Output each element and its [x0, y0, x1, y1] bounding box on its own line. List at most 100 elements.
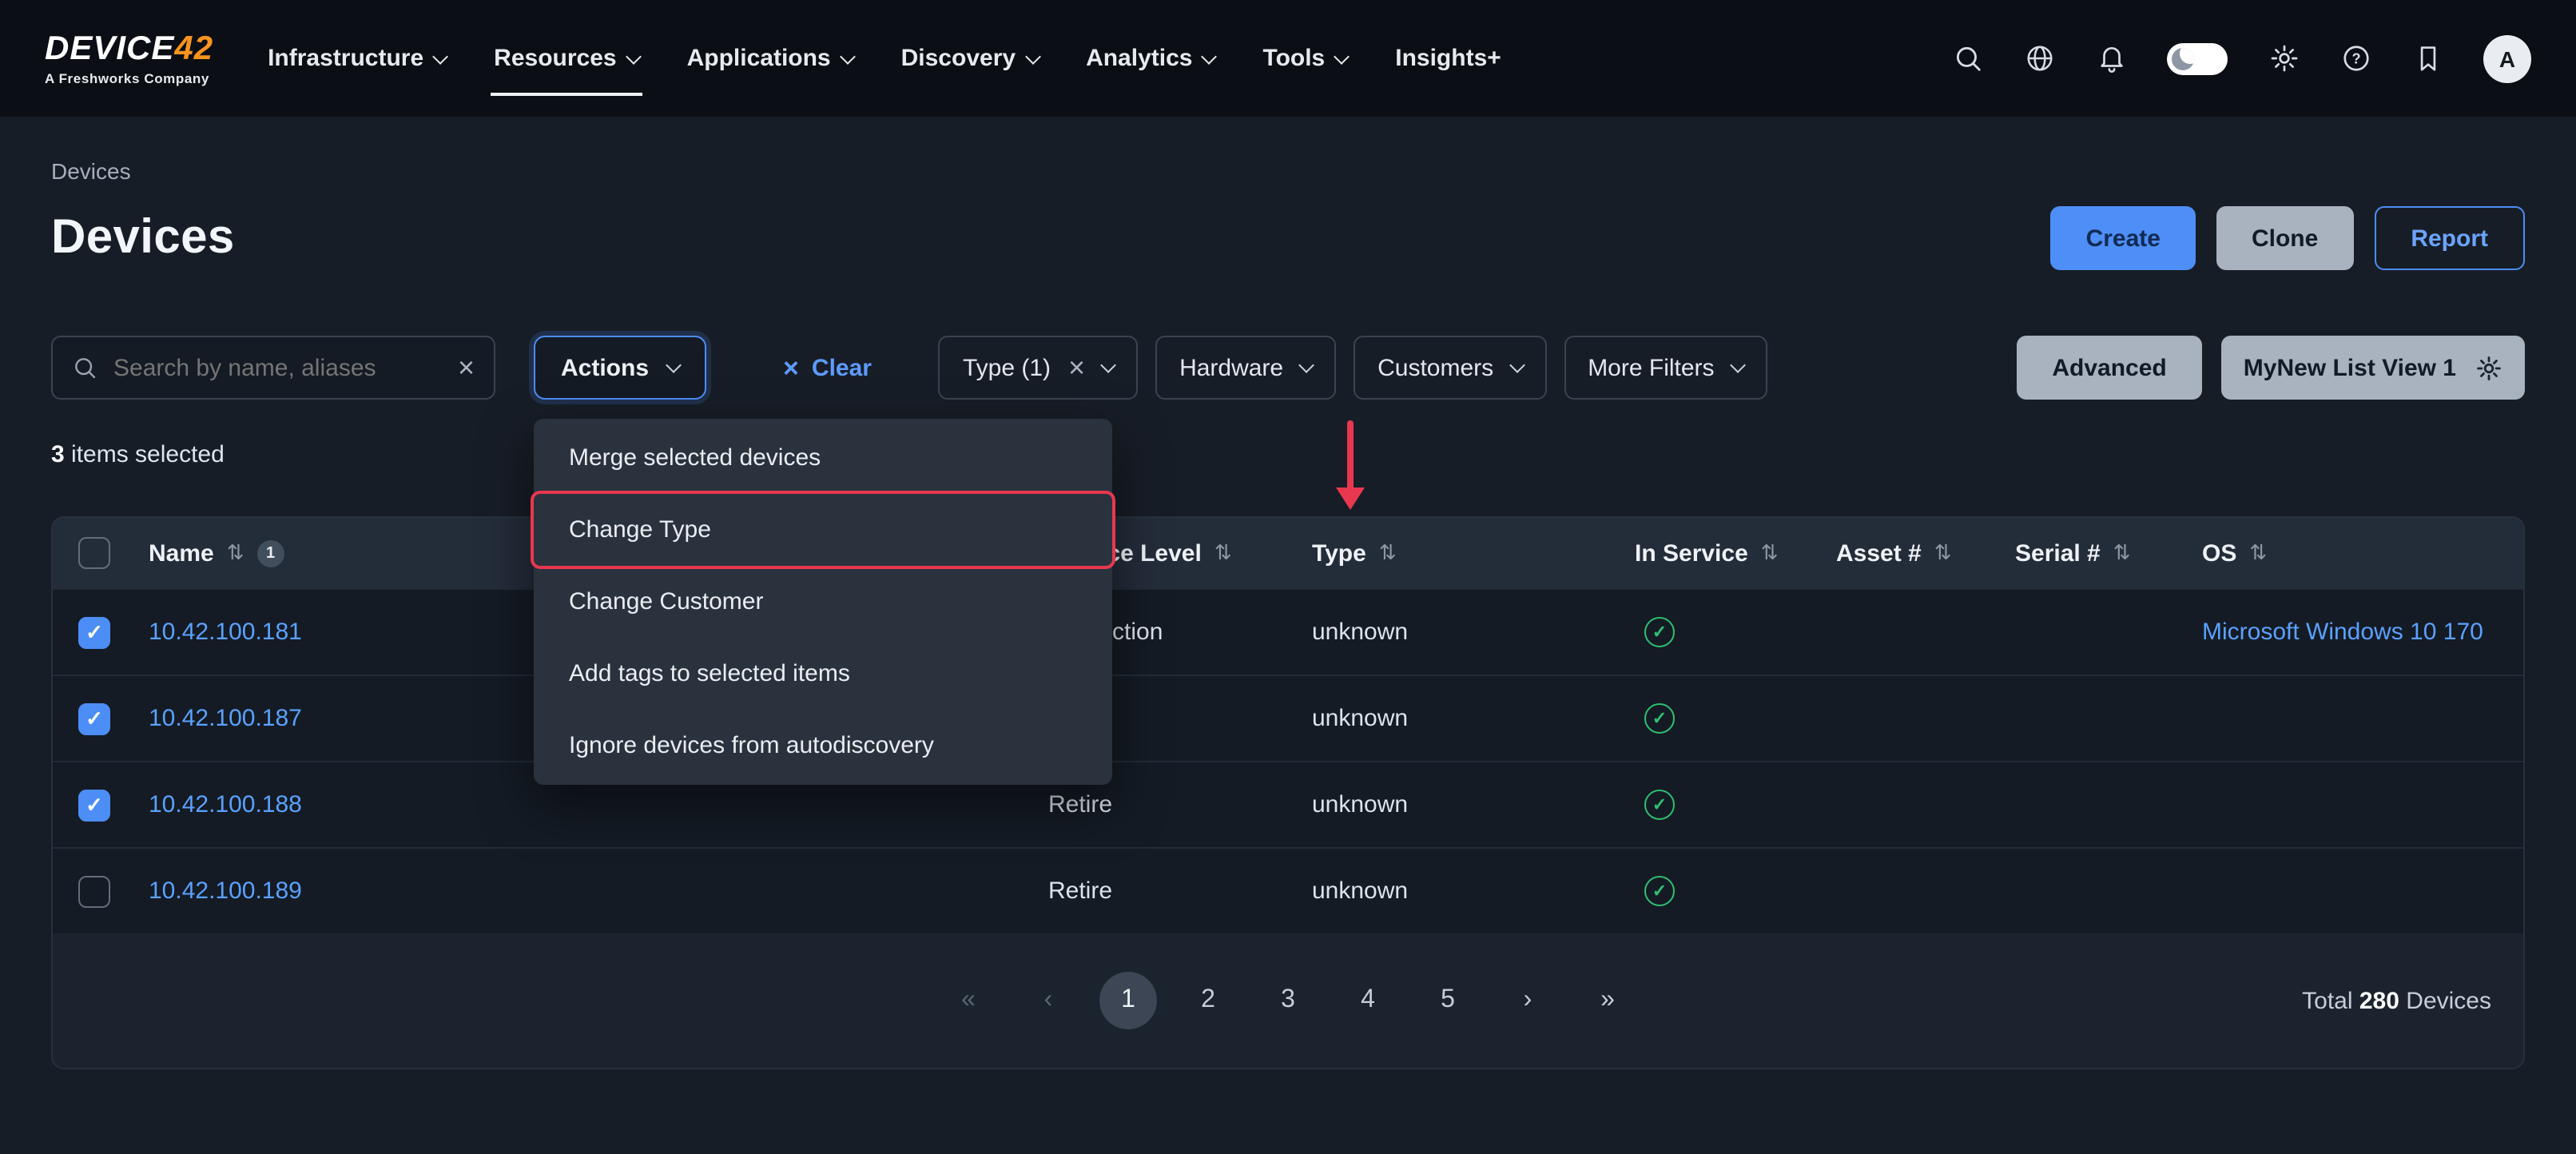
filter-chip-customers[interactable]: Customers [1354, 336, 1546, 400]
clone-button[interactable]: Clone [2216, 206, 2353, 270]
annotation-arrow-head [1336, 487, 1365, 510]
help-icon[interactable]: ? [2339, 42, 2371, 74]
table-header-row: Name⇅1 Service Level⇅ Type⇅ In Service⇅ … [53, 518, 2523, 588]
nav-applications[interactable]: Applications [687, 0, 853, 117]
pagination-page-button[interactable]: 3 [1259, 972, 1317, 1029]
topbar-actions: ? A [1951, 34, 2531, 82]
sort-order-badge: 1 [257, 539, 284, 567]
chevron-down-icon [666, 357, 682, 373]
pagination-page-button[interactable]: 2 [1179, 972, 1237, 1029]
select-all-checkbox[interactable] [78, 537, 110, 569]
sort-icon[interactable]: ⇅ [2249, 540, 2267, 566]
nav-infrastructure[interactable]: Infrastructure [268, 0, 446, 117]
column-header-in-service[interactable]: In Service⇅ [1635, 539, 1836, 567]
pagination-page-button[interactable]: 4 [1339, 972, 1397, 1029]
remove-filter-icon[interactable]: × [1068, 353, 1085, 382]
breadcrumb[interactable]: Devices [51, 158, 2525, 184]
sort-icon[interactable]: ⇅ [227, 540, 244, 566]
in-service-check-icon: ✓ [1644, 617, 1675, 647]
chevron-down-icon [1509, 357, 1525, 373]
in-service-check-icon: ✓ [1644, 790, 1675, 820]
search-icon [72, 355, 97, 380]
device-name-link[interactable]: 10.42.100.181 [149, 619, 302, 646]
menu-item-merge-selected-devices[interactable]: Merge selected devices [534, 422, 1112, 494]
chevron-down-icon [1298, 357, 1314, 373]
nav-discovery[interactable]: Discovery [901, 0, 1038, 117]
sort-icon[interactable]: ⇅ [2113, 540, 2131, 566]
service-level-cell: Retire [1048, 791, 1312, 818]
clear-search-icon[interactable]: × [458, 353, 475, 382]
list-view-button[interactable]: MyNew List View 1 [2221, 336, 2525, 400]
menu-item-change-customer[interactable]: Change Customer [534, 566, 1112, 638]
nav-label: Tools [1262, 45, 1325, 72]
actions-dropdown[interactable]: Actions [534, 336, 706, 400]
sort-icon[interactable]: ⇅ [1934, 540, 1952, 566]
device-name-link[interactable]: 10.42.100.187 [149, 705, 302, 732]
service-level-cell: Retire [1048, 877, 1312, 905]
device-name-link[interactable]: 10.42.100.188 [149, 791, 302, 818]
chevron-down-icon [1730, 357, 1746, 373]
nav-resources[interactable]: Resources [494, 0, 638, 117]
menu-item-ignore-devices[interactable]: Ignore devices from autodiscovery [534, 710, 1112, 782]
pagination-prev-button[interactable]: ‹ [1020, 972, 1077, 1029]
bell-icon[interactable] [2095, 42, 2127, 74]
device42-logo[interactable]: DEVICE42 A Freshworks Company [45, 32, 213, 86]
column-header-os[interactable]: OS⇅ [2202, 539, 2498, 567]
filter-bar: × Actions × Clear Type (1) × Hardware [51, 336, 2525, 400]
search-input[interactable] [113, 354, 442, 381]
type-cell: unknown [1312, 705, 1635, 732]
report-button[interactable]: Report [2374, 206, 2525, 270]
create-button[interactable]: Create [2051, 206, 2196, 270]
sort-icon[interactable]: ⇅ [1379, 540, 1397, 566]
table-row: ✓ 10.42.100.187 Retire unknown ✓ [53, 674, 2523, 761]
svg-text:?: ? [2351, 51, 2359, 67]
advanced-button[interactable]: Advanced [2017, 336, 2201, 400]
gear-icon[interactable] [2268, 42, 2300, 74]
column-header-serial[interactable]: Serial #⇅ [2015, 539, 2202, 567]
os-link[interactable]: Microsoft Windows 10 170 [2202, 619, 2483, 646]
sort-icon[interactable]: ⇅ [1761, 540, 1779, 566]
sort-icon[interactable]: ⇅ [1214, 540, 1232, 566]
pagination-last-button[interactable]: » [1579, 972, 1636, 1029]
column-header-asset[interactable]: Asset #⇅ [1836, 539, 2015, 567]
main-nav: Infrastructure Resources Applications Di… [268, 0, 1501, 117]
filter-chip-more-filters[interactable]: More Filters [1564, 336, 1767, 400]
chip-label: Customers [1377, 354, 1493, 381]
nav-insights[interactable]: Insights+ [1395, 0, 1501, 117]
pagination: « ‹ 1 2 3 4 5 › » Total 280 Devices [53, 933, 2523, 1068]
user-avatar[interactable]: A [2483, 34, 2531, 82]
row-checkbox[interactable]: ✓ [78, 616, 110, 648]
gear-icon [2475, 354, 2502, 381]
total-count: Total 280 Devices [2302, 987, 2491, 1014]
row-checkbox[interactable] [78, 875, 110, 907]
menu-item-add-tags[interactable]: Add tags to selected items [534, 638, 1112, 710]
chevron-down-icon [840, 48, 856, 64]
chevron-down-icon [1024, 48, 1040, 64]
nav-analytics[interactable]: Analytics [1086, 0, 1214, 117]
globe-icon[interactable] [2023, 42, 2055, 74]
table-row: 10.42.100.189 Retire unknown ✓ [53, 847, 2523, 933]
nav-label: Infrastructure [268, 45, 423, 72]
pagination-first-button[interactable]: « [940, 972, 997, 1029]
table-row: ✓ 10.42.100.188 Retire unknown ✓ [53, 761, 2523, 847]
filter-chip-hardware[interactable]: Hardware [1155, 336, 1336, 400]
search-box: × [51, 336, 495, 400]
row-checkbox[interactable]: ✓ [78, 789, 110, 821]
chevron-down-icon [626, 48, 642, 64]
pagination-page-button[interactable]: 1 [1099, 972, 1157, 1029]
pagination-page-button[interactable]: 5 [1419, 972, 1477, 1029]
nav-tools[interactable]: Tools [1262, 0, 1347, 117]
device-name-link[interactable]: 10.42.100.189 [149, 877, 302, 905]
filter-chip-type[interactable]: Type (1) × [939, 336, 1138, 400]
pagination-next-button[interactable]: › [1499, 972, 1556, 1029]
screen: DEVICE42 A Freshworks Company Infrastruc… [0, 0, 2576, 1154]
brand-text: DEVICE42 [45, 32, 213, 66]
bookmark-icon[interactable] [2411, 42, 2443, 74]
menu-item-change-type[interactable]: Change Type [534, 494, 1112, 566]
search-icon[interactable] [1951, 42, 1983, 74]
theme-toggle[interactable] [2167, 42, 2228, 74]
row-checkbox[interactable]: ✓ [78, 702, 110, 734]
topbar: DEVICE42 A Freshworks Company Infrastruc… [0, 0, 2576, 117]
clear-filters-button[interactable]: × Clear [783, 354, 872, 381]
column-header-type[interactable]: Type⇅ [1312, 539, 1635, 567]
